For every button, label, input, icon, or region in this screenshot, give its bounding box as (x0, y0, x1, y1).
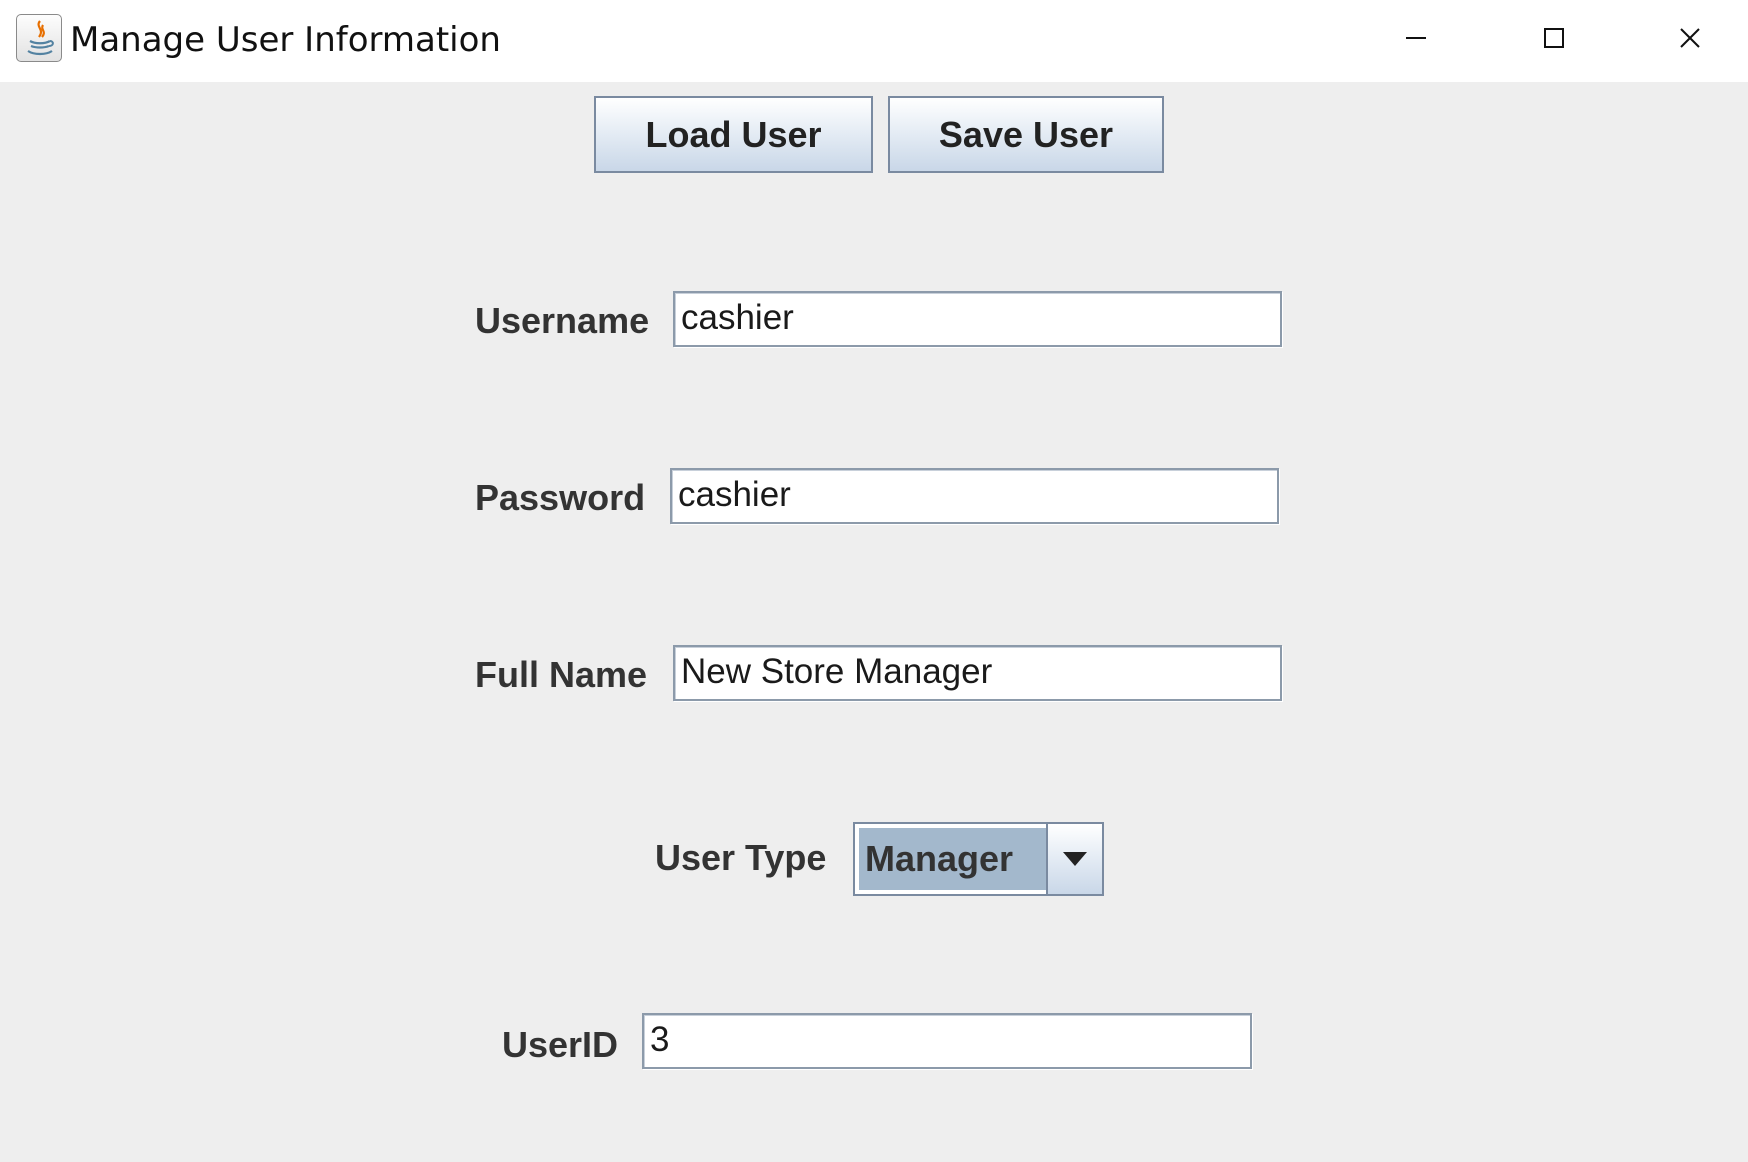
username-label: Username (475, 300, 650, 341)
dropdown-button[interactable] (1046, 824, 1102, 894)
username-field[interactable]: cashier (673, 291, 1282, 347)
password-field[interactable]: cashier (670, 468, 1279, 524)
window-title: Manage User Information (70, 20, 501, 60)
chevron-down-icon (1063, 852, 1087, 866)
user-type-dropdown[interactable]: Manager (853, 822, 1104, 896)
manage-user-window: Manage User Information Load User Save U… (0, 0, 1748, 1162)
java-icon (16, 14, 62, 62)
user-id-field[interactable]: 3 (642, 1013, 1252, 1069)
full-name-label: Full Name (475, 654, 648, 695)
minimize-icon (1406, 37, 1426, 39)
maximize-button[interactable] (1490, 0, 1620, 78)
close-icon (1680, 28, 1700, 48)
minimize-button[interactable] (1352, 0, 1482, 78)
user-type-label: User Type (655, 837, 827, 878)
maximize-icon (1544, 28, 1564, 48)
full-name-field[interactable]: New Store Manager (673, 645, 1282, 701)
close-button[interactable] (1626, 0, 1748, 78)
save-user-button[interactable]: Save User (888, 96, 1164, 173)
user-id-label: UserID (502, 1024, 619, 1065)
password-label: Password (475, 477, 646, 518)
user-type-selected[interactable]: Manager (859, 828, 1046, 890)
title-bar[interactable]: Manage User Information (0, 0, 1748, 82)
load-user-button[interactable]: Load User (594, 96, 873, 173)
